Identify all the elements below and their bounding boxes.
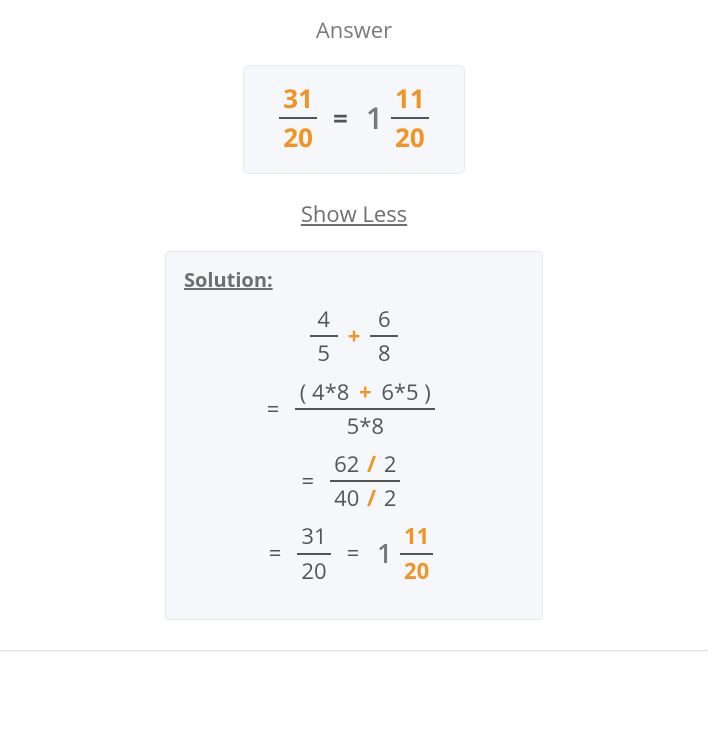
s4-whole-number: 1 — [377, 539, 392, 568]
solution-box: Solution: 4 5 + 6 8 = ( 4*8 + 6*5 ) — [165, 251, 543, 620]
slash-sign: / — [367, 449, 376, 479]
s2-num-left: ( 4*8 — [300, 377, 349, 407]
plus-sign: + — [348, 324, 361, 348]
s3-den-b: 2 — [384, 483, 397, 513]
plus-sign: + — [359, 377, 372, 407]
answer-right-numerator: 11 — [391, 84, 429, 113]
fraction-bar — [400, 553, 433, 555]
solution-label: Solution: — [184, 266, 524, 293]
show-less-link[interactable]: Show Less — [301, 199, 407, 229]
show-less-container: Show Less — [0, 199, 708, 229]
answer-left-denominator: 20 — [279, 123, 317, 152]
s4-fraction-mixed: 11 20 — [400, 524, 433, 582]
fraction-bar — [297, 553, 330, 555]
answer-box: 31 20 = 1 11 20 — [243, 65, 465, 174]
equals-sign: = — [269, 541, 282, 565]
answer-fraction-left: 31 20 — [279, 84, 317, 151]
equals-sign: = — [347, 541, 360, 565]
s3-den-a: 40 — [334, 483, 359, 513]
answer-right-denominator: 20 — [391, 123, 429, 152]
solution-step-3: = 62 / 2 40 / 2 — [184, 452, 524, 510]
fraction-bar — [370, 335, 398, 337]
s4-mixed-numerator: 11 — [400, 524, 433, 548]
s1-b-numerator: 6 — [374, 307, 395, 331]
s4-mixed-denominator: 20 — [400, 559, 433, 583]
s1-b-denominator: 8 — [374, 341, 395, 365]
equals-sign: = — [267, 397, 280, 421]
s3-numerator: 62 / 2 — [330, 452, 400, 476]
answer-label: Answer — [0, 15, 708, 45]
s2-num-right: 6*5 ) — [381, 377, 430, 407]
solution-step-4: = 31 20 = 1 11 20 — [184, 524, 524, 582]
answer-fraction-right: 11 20 — [391, 84, 429, 151]
s1-fraction-a: 4 5 — [310, 307, 338, 365]
s1-a-denominator: 5 — [313, 341, 334, 365]
solution-step-2: = ( 4*8 + 6*5 ) 5*8 — [184, 380, 524, 438]
s1-fraction-b: 6 8 — [370, 307, 398, 365]
s4-numerator: 31 — [297, 524, 330, 548]
s3-num-a: 62 — [334, 449, 359, 479]
s3-num-b: 2 — [384, 449, 397, 479]
slash-sign: / — [367, 483, 376, 513]
answer-whole-number: 1 — [366, 97, 383, 138]
s1-a-numerator: 4 — [313, 307, 334, 331]
solution-step-1: 4 5 + 6 8 — [184, 307, 524, 365]
s3-fraction: 62 / 2 40 / 2 — [330, 452, 400, 510]
fraction-bar — [295, 408, 435, 410]
s2-fraction: ( 4*8 + 6*5 ) 5*8 — [295, 380, 435, 438]
s3-denominator: 40 / 2 — [330, 486, 400, 510]
s2-denominator: 5*8 — [343, 414, 388, 438]
equals-sign: = — [333, 100, 348, 136]
s2-numerator: ( 4*8 + 6*5 ) — [296, 380, 435, 404]
equals-sign: = — [302, 469, 315, 493]
answer-left-numerator: 31 — [279, 84, 317, 113]
divider — [0, 650, 708, 651]
fraction-bar — [310, 335, 338, 337]
fraction-bar — [330, 480, 400, 482]
s4-fraction-reduced: 31 20 — [297, 524, 330, 582]
s4-denominator: 20 — [297, 559, 330, 583]
